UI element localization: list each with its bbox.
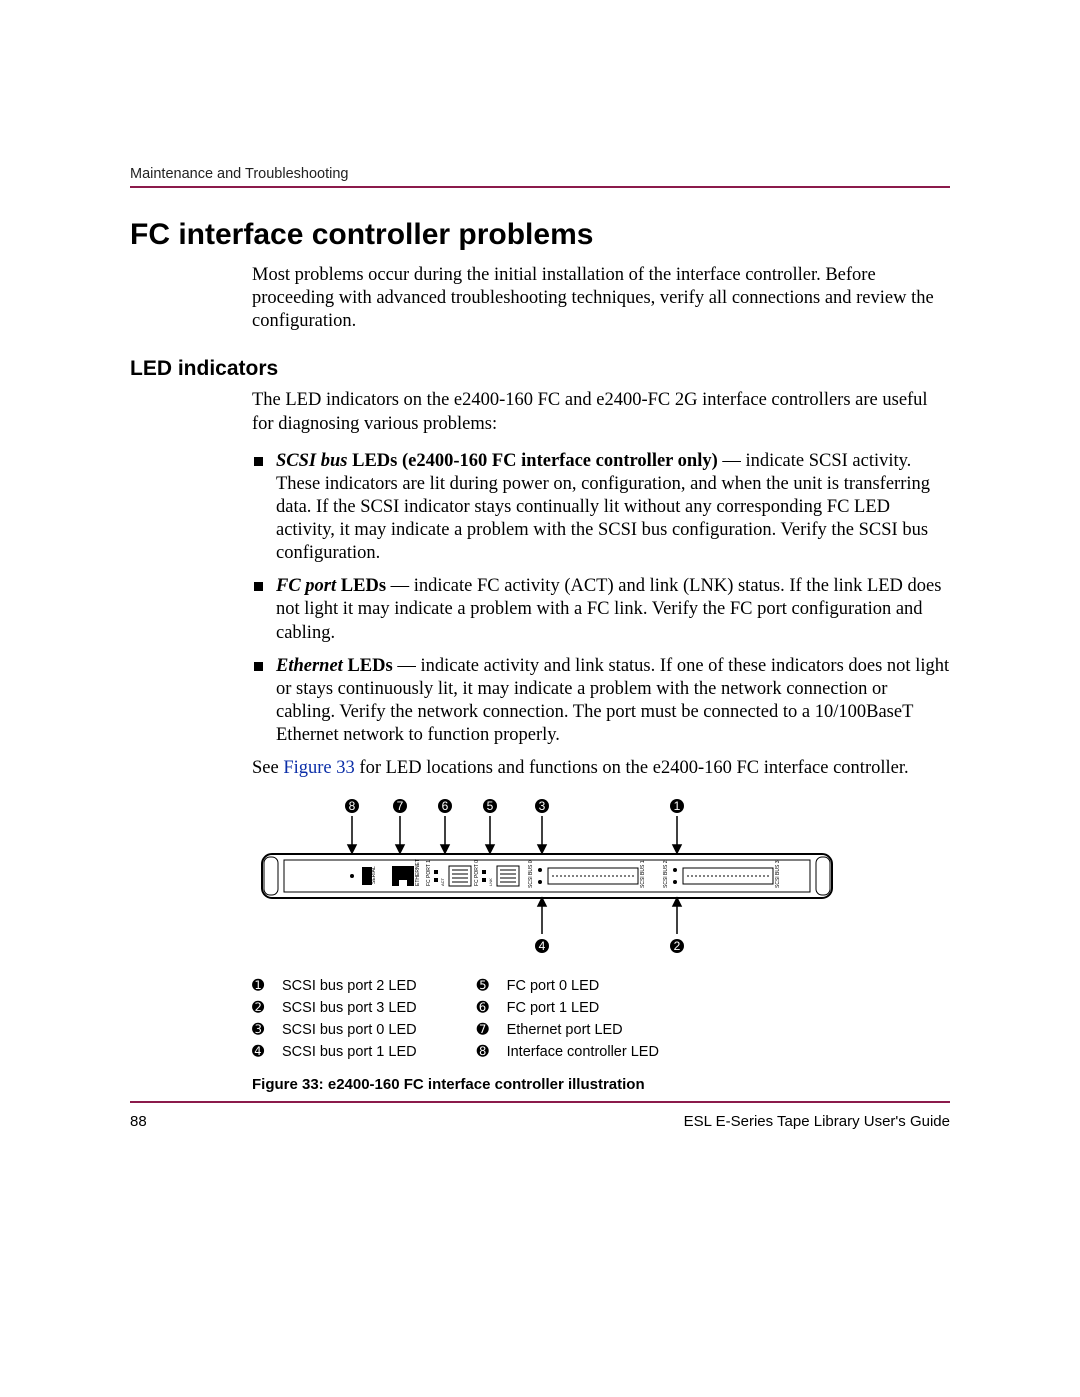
label-scsi0: SCSI BUS 0 (528, 861, 534, 889)
page-footer: 88 ESL E-Series Tape Library User's Guid… (130, 1113, 950, 1130)
bullet-scsi-lead-bi: SCSI bus (276, 451, 347, 471)
label-scsi3: SCSI BUS 3 (775, 861, 781, 889)
see-figure: See Figure 33 for LED locations and func… (252, 757, 950, 780)
led-heading: LED indicators (130, 357, 950, 381)
label-scsi2: SCSI BUS 2 (663, 861, 669, 889)
legend-5: FC port 0 LED (507, 978, 659, 994)
figure-caption: Figure 33: e2400-160 FC interface contro… (252, 1076, 950, 1093)
bullet-fc-lead-b: LEDs (336, 576, 386, 596)
top-label-5: 5 (487, 799, 494, 813)
bullet-fc: FC port LEDs — indicate FC activity (ACT… (252, 575, 950, 644)
see-pre: See (252, 758, 283, 778)
ding-2: ➋ (252, 1000, 274, 1016)
legend-3: SCSI bus port 0 LED (282, 1022, 417, 1038)
header-rule (130, 186, 950, 188)
label-fc1: FC PORT 1 (426, 860, 432, 886)
label-lnk0: LNK (488, 878, 493, 886)
ding-1: ➊ (252, 978, 274, 994)
legend-6: FC port 1 LED (507, 1000, 659, 1016)
top-label-3: 3 (539, 799, 546, 813)
led-body: The LED indicators on the e2400-160 FC a… (252, 389, 950, 780)
controller-diagram: 8 7 6 5 3 1 (252, 794, 842, 964)
body: Most problems occur during the initial i… (252, 264, 950, 333)
figure-xref[interactable]: Figure 33 (283, 758, 354, 778)
doc-title: ESL E-Series Tape Library User's Guide (684, 1113, 950, 1130)
see-post: for LED locations and functions on the e… (355, 758, 909, 778)
ding-6: ➏ (477, 1000, 499, 1016)
bot-label-2: 2 (674, 939, 681, 953)
bullet-eth: Ethernet LEDs — indicate activity and li… (252, 655, 950, 748)
bullet-eth-lead-bi: Ethernet (276, 656, 343, 676)
section-title: FC interface controller problems (130, 218, 950, 252)
legend-8: Interface controller LED (507, 1044, 659, 1060)
legend-2: SCSI bus port 3 LED (282, 1000, 417, 1016)
bullet-eth-lead-b: LEDs (343, 656, 393, 676)
ding-8: ➑ (477, 1044, 499, 1060)
legend: ➊ SCSI bus port 2 LED ➋ SCSI bus port 3 LE… (252, 978, 950, 1060)
top-label-8: 8 (349, 799, 356, 813)
footer-rule (130, 1101, 950, 1103)
figure-33: 8 7 6 5 3 1 (252, 794, 950, 1093)
legend-1: SCSI bus port 2 LED (282, 978, 417, 994)
ding-5: ➎ (477, 978, 499, 994)
page-number: 88 (130, 1113, 147, 1130)
ding-3: ➌ (252, 1022, 274, 1038)
bullet-scsi: SCSI bus LEDs (e2400-160 FC interface co… (252, 450, 950, 566)
bot-label-4: 4 (539, 939, 546, 953)
top-label-1: 1 (674, 799, 681, 813)
intro-para: Most problems occur during the initial i… (252, 264, 950, 333)
label-act1: ACT (440, 878, 445, 887)
ding-7: ➐ (477, 1022, 499, 1038)
legend-col-left: ➊ SCSI bus port 2 LED ➋ SCSI bus port 3 LE… (252, 978, 417, 1060)
bullet-scsi-lead-b: LEDs (e2400-160 FC interface controller … (347, 451, 717, 471)
legend-col-right: ➎ FC port 0 LED ➏ FC port 1 LED ➐ Ethernet … (477, 978, 659, 1060)
legend-4: SCSI bus port 1 LED (282, 1044, 417, 1060)
label-fc0: FC PORT 0 (474, 860, 480, 886)
running-head: Maintenance and Troubleshooting (130, 166, 950, 182)
label-scsi1: SCSI BUS 1 (640, 861, 646, 889)
led-para1: The LED indicators on the e2400-160 FC a… (252, 389, 950, 435)
top-label-6: 6 (442, 799, 449, 813)
page: Maintenance and Troubleshooting FC inter… (0, 0, 1080, 1397)
label-ethernet: ETHERNET (415, 859, 421, 886)
top-label-7: 7 (397, 799, 404, 813)
led-bullets: SCSI bus LEDs (e2400-160 FC interface co… (252, 450, 950, 748)
legend-7: Ethernet port LED (507, 1022, 659, 1038)
ding-4: ➍ (252, 1044, 274, 1060)
label-serial: SERIAL (371, 866, 377, 884)
bullet-fc-lead-bi: FC port (276, 576, 336, 596)
